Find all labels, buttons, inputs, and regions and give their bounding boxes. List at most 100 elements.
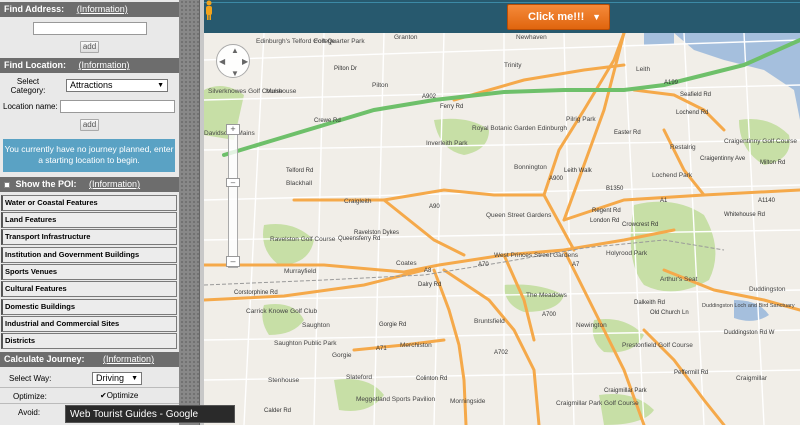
road-label: Dalry Rd bbox=[418, 282, 442, 288]
calculate-journey-info-link[interactable]: (Information) bbox=[103, 354, 154, 364]
find-address-title: Find Address: bbox=[4, 4, 65, 14]
poi-item-transport[interactable]: Transport Infrastructure bbox=[1, 229, 177, 245]
road-label: Leith Walk bbox=[564, 168, 592, 174]
zoom-out-button[interactable]: – bbox=[226, 256, 240, 267]
location-add-button[interactable]: add bbox=[80, 119, 99, 131]
pan-control[interactable]: ▲ ▼ ◀ ▶ bbox=[216, 44, 250, 78]
road-label: Pilton Dr bbox=[334, 66, 358, 72]
poi-item-institution[interactable]: Institution and Government Buildings bbox=[1, 247, 177, 263]
map-label: Granton bbox=[394, 34, 418, 41]
map-label: Newhaven bbox=[516, 34, 547, 41]
address-input[interactable] bbox=[33, 22, 147, 35]
location-name-input[interactable] bbox=[60, 100, 175, 113]
road-label: A700 bbox=[542, 312, 557, 318]
way-select-value: Driving bbox=[96, 373, 125, 383]
map-label: Stenhouse bbox=[268, 377, 300, 384]
map-label: The Meadows bbox=[526, 292, 567, 299]
poi-info-link[interactable]: (Information) bbox=[89, 179, 140, 189]
find-address-info-link[interactable]: (Information) bbox=[77, 4, 128, 14]
category-select-value: Attractions bbox=[70, 80, 113, 90]
road-label: Whitehouse Rd bbox=[724, 212, 766, 218]
map-label: West Princes Street Gardens bbox=[494, 252, 579, 259]
find-location-info-link[interactable]: (Information) bbox=[79, 60, 130, 70]
chevron-down-icon: ▼ bbox=[157, 82, 164, 89]
select-way-label: Select Way: bbox=[9, 374, 52, 383]
map-top-strip bbox=[204, 0, 800, 33]
road-label: Seafield Rd bbox=[680, 92, 712, 98]
map-label: Morningside bbox=[450, 398, 486, 405]
ravelston-golf-course bbox=[263, 224, 314, 265]
pan-down-icon[interactable]: ▼ bbox=[231, 69, 239, 78]
map-label: Murrayfield bbox=[284, 268, 317, 275]
click-me-label: Click me!!! bbox=[528, 11, 585, 23]
pan-up-icon[interactable]: ▲ bbox=[231, 46, 239, 55]
road-label: A70 bbox=[478, 262, 489, 268]
road-label: Peffermill Rd bbox=[674, 370, 709, 376]
pan-left-icon[interactable]: ◀ bbox=[219, 57, 225, 66]
road-label: Easter Rd bbox=[614, 130, 641, 136]
road-label: A1140 bbox=[758, 198, 775, 204]
map-label: Inverleith Park bbox=[426, 140, 468, 147]
avoid-label: Avoid: bbox=[18, 408, 41, 417]
panel-splitter[interactable] bbox=[180, 0, 204, 425]
road-label: Calder Rd bbox=[264, 408, 292, 414]
optimize-checkbox[interactable]: ✔Optimize bbox=[100, 391, 138, 400]
strip-line bbox=[204, 2, 800, 3]
poi-item-industrial[interactable]: Industrial and Commercial Sites bbox=[1, 316, 177, 332]
address-add-button[interactable]: add bbox=[80, 41, 99, 53]
zoom-in-button[interactable]: + bbox=[226, 124, 240, 135]
map-label: Restalrig bbox=[670, 144, 696, 151]
road-label: B1350 bbox=[606, 186, 624, 192]
map-label: Queen Street Gardens bbox=[486, 212, 552, 219]
map-label: Pilrig Park bbox=[566, 116, 596, 123]
map-label: Bruntsfield bbox=[474, 318, 505, 325]
road-label: A199 bbox=[664, 80, 679, 86]
poi-item-water[interactable]: Water or Coastal Features bbox=[1, 195, 177, 211]
calculate-journey-header: Calculate Journey: (Information) bbox=[0, 352, 179, 367]
road-label: London Rd bbox=[590, 218, 620, 224]
road-label: Corstorphine Rd bbox=[234, 290, 278, 296]
road-label: Craigentinny Ave bbox=[700, 156, 746, 162]
road-label: Colinton Rd bbox=[416, 376, 448, 382]
map-view[interactable]: Click me!!! ▼ Edinburgh's Telford Colleg… bbox=[204, 0, 800, 425]
harbour-water bbox=[644, 33, 674, 45]
find-address-header: Find Address: (Information) bbox=[0, 2, 179, 17]
find-location-title: Find Location: bbox=[4, 60, 66, 70]
optimize-checkbox-label: Optimize bbox=[106, 391, 139, 400]
zoom-slider-handle[interactable]: – bbox=[226, 178, 240, 187]
map-label: Trinity bbox=[504, 62, 522, 69]
poi-item-land[interactable]: Land Features bbox=[1, 212, 177, 228]
optimize-label: Optimize: bbox=[13, 392, 47, 401]
category-select[interactable]: Attractions ▼ bbox=[66, 79, 168, 92]
road-label: Gorgie Rd bbox=[379, 322, 407, 328]
road-label: A1 bbox=[660, 198, 668, 204]
map-label: Duddingston Loch and Bird Sanctuary bbox=[702, 303, 795, 309]
chevron-down-icon: ▼ bbox=[592, 12, 601, 22]
map-label: Gorgie bbox=[332, 352, 352, 359]
chevron-down-icon: ▼ bbox=[131, 375, 138, 382]
poi-item-sports[interactable]: Sports Venues bbox=[1, 264, 177, 280]
road-label: Dalkeith Rd bbox=[634, 300, 666, 306]
divider bbox=[0, 387, 179, 388]
map-label: Muirhouse bbox=[266, 88, 297, 95]
click-me-button[interactable]: Click me!!! ▼ bbox=[507, 4, 610, 30]
street-view-pegman-icon[interactable] bbox=[204, 0, 214, 20]
map-label: Coates bbox=[396, 260, 417, 267]
map-label: Lochend Park bbox=[652, 172, 693, 179]
poi-item-cultural[interactable]: Cultural Features bbox=[1, 281, 177, 297]
zoom-slider-track[interactable] bbox=[228, 126, 238, 268]
road-label: A900 bbox=[549, 176, 564, 182]
poi-item-domestic[interactable]: Domestic Buildings bbox=[1, 299, 177, 315]
map-label: Slateford bbox=[346, 374, 373, 381]
meggetland-park bbox=[334, 379, 384, 411]
road-label: A71 bbox=[376, 346, 387, 352]
poi-item-districts[interactable]: Districts bbox=[1, 333, 177, 349]
divider bbox=[0, 403, 179, 404]
way-select[interactable]: Driving ▼ bbox=[92, 372, 142, 385]
pan-right-icon[interactable]: ▶ bbox=[242, 57, 248, 66]
map-label: Duddingston bbox=[749, 286, 786, 293]
map-label: Merchiston bbox=[400, 342, 432, 349]
road-label: Ravelston Dykes bbox=[354, 230, 400, 236]
poi-toggle-checkbox[interactable] bbox=[4, 182, 10, 188]
map-label: Fort Quarter Park bbox=[314, 38, 365, 45]
